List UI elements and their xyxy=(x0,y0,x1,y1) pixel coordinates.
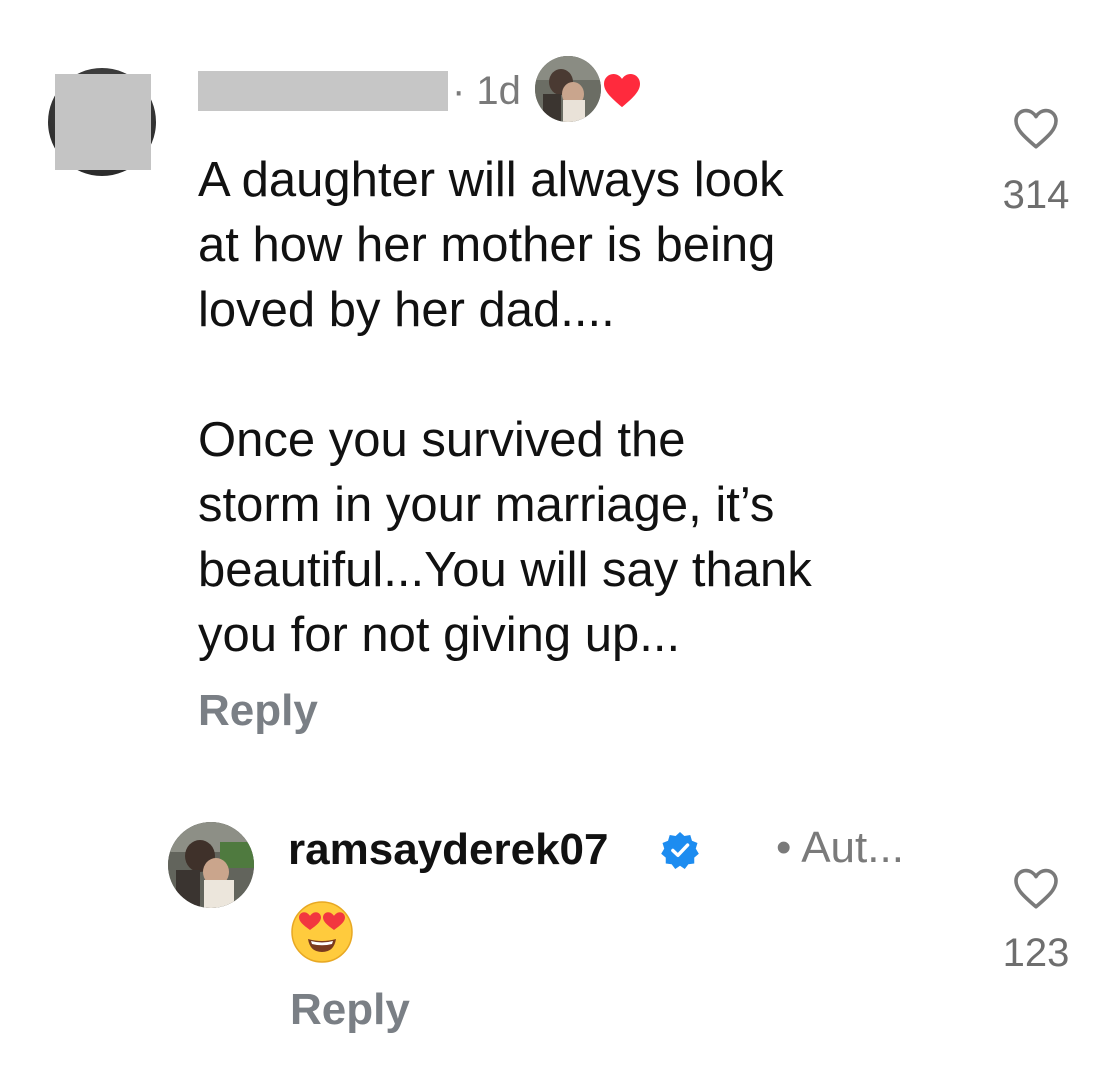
reply-author-username[interactable]: ramsayderek07 xyxy=(288,824,608,876)
heart-eyes-emoji-icon xyxy=(291,901,353,963)
comment-body: A daughter will always look at how her m… xyxy=(198,148,988,668)
liked-by-author-avatar xyxy=(535,56,601,122)
heart-outline-icon[interactable] xyxy=(1012,106,1060,150)
avatar-redaction xyxy=(55,74,151,170)
reply-button[interactable]: Reply xyxy=(198,683,318,739)
author-liked-heart-icon xyxy=(604,73,640,108)
heart-outline-icon[interactable] xyxy=(1012,866,1060,910)
comment-like-count: 314 xyxy=(1002,173,1070,217)
comment-time: · 1d xyxy=(452,69,521,113)
reply-like-count: 123 xyxy=(1002,931,1070,975)
reply-author-avatar[interactable] xyxy=(168,822,254,908)
verified-badge-icon xyxy=(661,831,699,869)
author-label: • Aut... xyxy=(776,823,904,872)
commenter-username-redaction xyxy=(198,71,448,111)
reply-button-2[interactable]: Reply xyxy=(290,982,410,1038)
comment-paragraph-2: Once you survived the storm in your marr… xyxy=(198,413,812,662)
comment-paragraph-1: A daughter will always look at how her m… xyxy=(198,153,784,337)
